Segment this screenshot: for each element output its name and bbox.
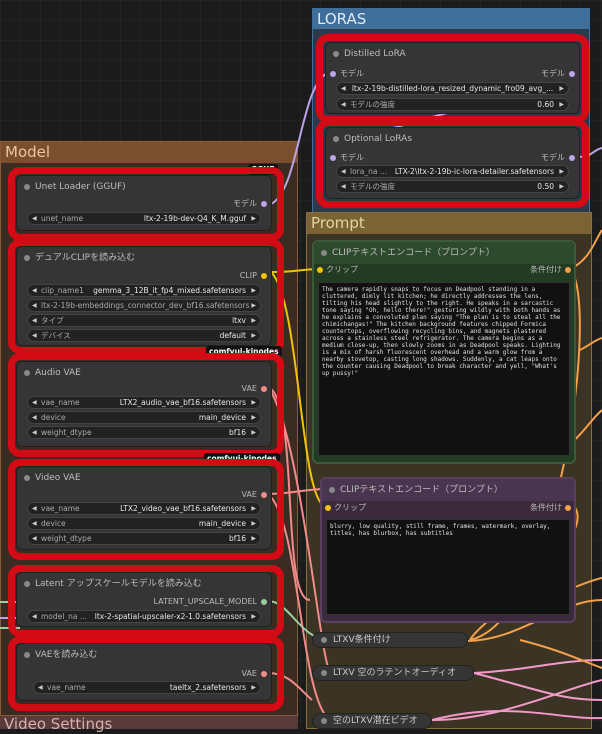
collapse-dot-icon[interactable] (321, 637, 327, 643)
highlight-latent-upscale (8, 565, 284, 637)
node-title-text: CLIPテキストエンコード（プロンプト） (332, 248, 495, 258)
node-title-text: LTXV 空のラテントオーディオ (333, 668, 456, 678)
node-title-text: CLIPテキストエンコード（プロンプト） (340, 485, 503, 495)
clip-input-dot[interactable] (317, 267, 323, 273)
highlight-optional-loras (316, 119, 589, 208)
output-label-conditioning: 条件付け (530, 265, 562, 274)
node-title-text: 空のLTXV潜在ビデオ (333, 716, 418, 726)
prompt-textarea[interactable]: The camera rapidly snaps to focus on Dea… (318, 282, 570, 456)
prompt-textarea[interactable]: blurry, low quality, still frame, frames… (326, 519, 570, 615)
node-clip-text-positive[interactable]: CLIPテキストエンコード（プロンプト） クリップ 条件付け The camer… (312, 240, 576, 464)
collapse-dot-icon[interactable] (321, 250, 327, 256)
node-title[interactable]: CLIPテキストエンコード（プロンプト） (314, 242, 574, 264)
node-title[interactable]: CLIPテキストエンコード（プロンプト） (322, 479, 574, 501)
node-ltxv-empty-audio-collapsed[interactable]: LTXV 空のラテントオーディオ (312, 665, 474, 681)
collapse-dot-icon[interactable] (321, 718, 327, 724)
node-clip-text-negative[interactable]: CLIPテキストエンコード（プロンプト） クリップ 条件付け blurry, l… (320, 477, 576, 623)
highlight-vae-loader (8, 636, 284, 711)
node-title-text: LTXV条件付け (333, 635, 391, 645)
highlight-unet (8, 167, 284, 241)
node-ltxv-conditioning-collapsed[interactable]: LTXV条件付け (312, 632, 468, 648)
highlight-dual-clip (8, 239, 284, 354)
highlight-distilled-lora (316, 34, 589, 123)
output-label-conditioning: 条件付け (530, 503, 562, 512)
input-label-clip: クリップ (326, 265, 358, 274)
collapse-dot-icon[interactable] (321, 670, 327, 676)
conditioning-output-dot[interactable] (565, 267, 571, 273)
collapse-dot-icon[interactable] (329, 487, 335, 493)
highlight-audio-vae (8, 353, 284, 457)
clip-input-dot[interactable] (325, 505, 331, 511)
highlight-video-vae (8, 459, 284, 560)
node-empty-ltxv-video-collapsed[interactable]: 空のLTXV潜在ビデオ (312, 713, 432, 729)
input-label-clip: クリップ (334, 503, 366, 512)
conditioning-output-dot[interactable] (565, 505, 571, 511)
